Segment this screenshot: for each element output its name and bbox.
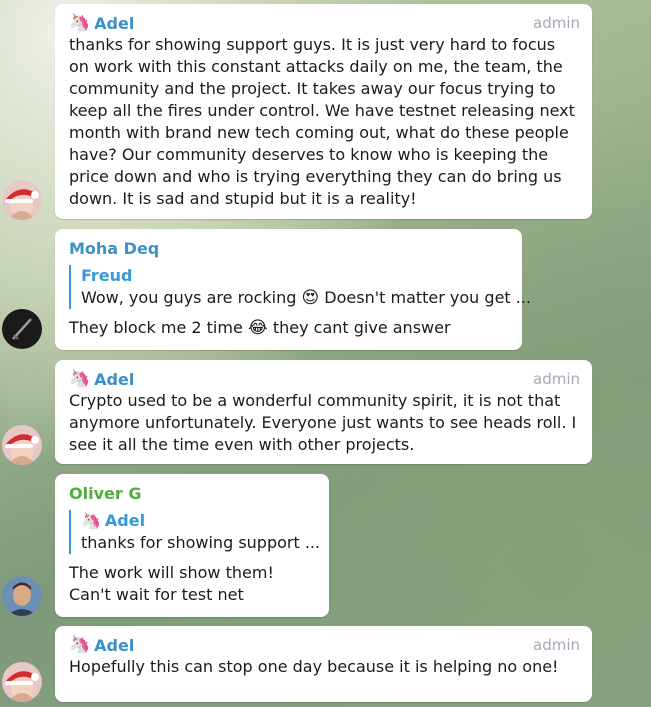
message-text: Crypto used to be a wonderful community … xyxy=(69,391,582,454)
message-bubble-adel-3[interactable]: 🦄 Adel admin Hopefully this can stop one… xyxy=(55,626,592,702)
message-text-after: they cant give answer xyxy=(267,318,451,337)
reply-text-before: Wow, you guys are rocking xyxy=(81,288,302,307)
admin-badge: admin xyxy=(533,370,580,388)
reply-sender: Freud xyxy=(81,266,133,285)
avatar-adel[interactable] xyxy=(2,662,42,702)
unicorn-icon: 🦄 xyxy=(69,635,91,655)
sender-name[interactable]: Oliver G xyxy=(69,484,141,503)
avatar-adel-icon xyxy=(2,180,42,220)
message-bubble-moha-deq[interactable]: Moha Deq Freud Wow, you guys are rocking… xyxy=(55,229,531,350)
reply-text: thanks for showing support ... xyxy=(81,533,321,552)
sender-name[interactable]: 🦄 Adel xyxy=(69,635,134,655)
message-text: Hopefully this can stop one day because … xyxy=(69,657,559,676)
reply-text-after: Doesn't matter you get ... xyxy=(319,288,532,307)
heart-eyes-emoji-icon: 😍 xyxy=(301,288,320,308)
avatar-adel[interactable] xyxy=(2,180,42,220)
avatar-moha-icon xyxy=(2,309,42,349)
avatar-adel-icon xyxy=(2,425,42,465)
avatar-oliver-icon xyxy=(2,576,42,616)
avatar-moha-deq[interactable] xyxy=(2,309,42,349)
unicorn-icon: 🦄 xyxy=(81,511,101,530)
reply-text: Wow, you guys are rocking 😍 Doesn't matt… xyxy=(81,287,531,309)
message-text-before: They block me 2 time xyxy=(69,318,248,337)
unicorn-icon: 🦄 xyxy=(69,369,91,389)
message-text: thanks for showing support guys. It is j… xyxy=(69,35,580,208)
reply-sender-label: Adel xyxy=(104,511,146,530)
reply-sender: 🦄 Adel xyxy=(81,510,317,532)
sender-label: Moha Deq xyxy=(69,238,160,258)
sender-name[interactable]: 🦄 Adel xyxy=(69,13,134,33)
message-text-line-2: Can't wait for test net xyxy=(69,585,244,604)
message-bubble-adel-2[interactable]: 🦄 Adel admin Crypto used to be a wonderf… xyxy=(55,360,592,464)
sender-label: Adel xyxy=(94,635,135,655)
laughing-emoji-icon: 😂 xyxy=(247,318,268,338)
sender-label: Adel xyxy=(94,369,135,389)
reply-quote[interactable]: 🦄 Adel thanks for showing support ... xyxy=(69,510,321,554)
message-text-line-1: The work will show them! xyxy=(69,563,274,582)
reply-quote[interactable]: Freud Wow, you guys are rocking 😍 Doesn'… xyxy=(69,265,531,309)
message-text: They block me 2 time 😂 they cant give an… xyxy=(69,317,510,339)
message-bubble-oliver-g[interactable]: Oliver G 🦄 Adel thanks for showing suppo… xyxy=(55,474,329,617)
avatar-oliver-g[interactable] xyxy=(2,576,42,616)
message-bubble-adel-1[interactable]: 🦄 Adel admin thanks for showing support … xyxy=(55,4,592,219)
sender-name[interactable]: 🦄 Adel xyxy=(69,369,134,389)
avatar-adel[interactable] xyxy=(2,425,42,465)
admin-badge: admin xyxy=(533,636,580,654)
sender-label: Oliver G xyxy=(69,483,142,503)
avatar-adel-icon xyxy=(2,662,42,702)
unicorn-icon: 🦄 xyxy=(69,13,91,33)
admin-badge: admin xyxy=(533,14,580,32)
sender-name[interactable]: Moha Deq xyxy=(69,239,159,258)
sender-label: Adel xyxy=(94,13,135,33)
